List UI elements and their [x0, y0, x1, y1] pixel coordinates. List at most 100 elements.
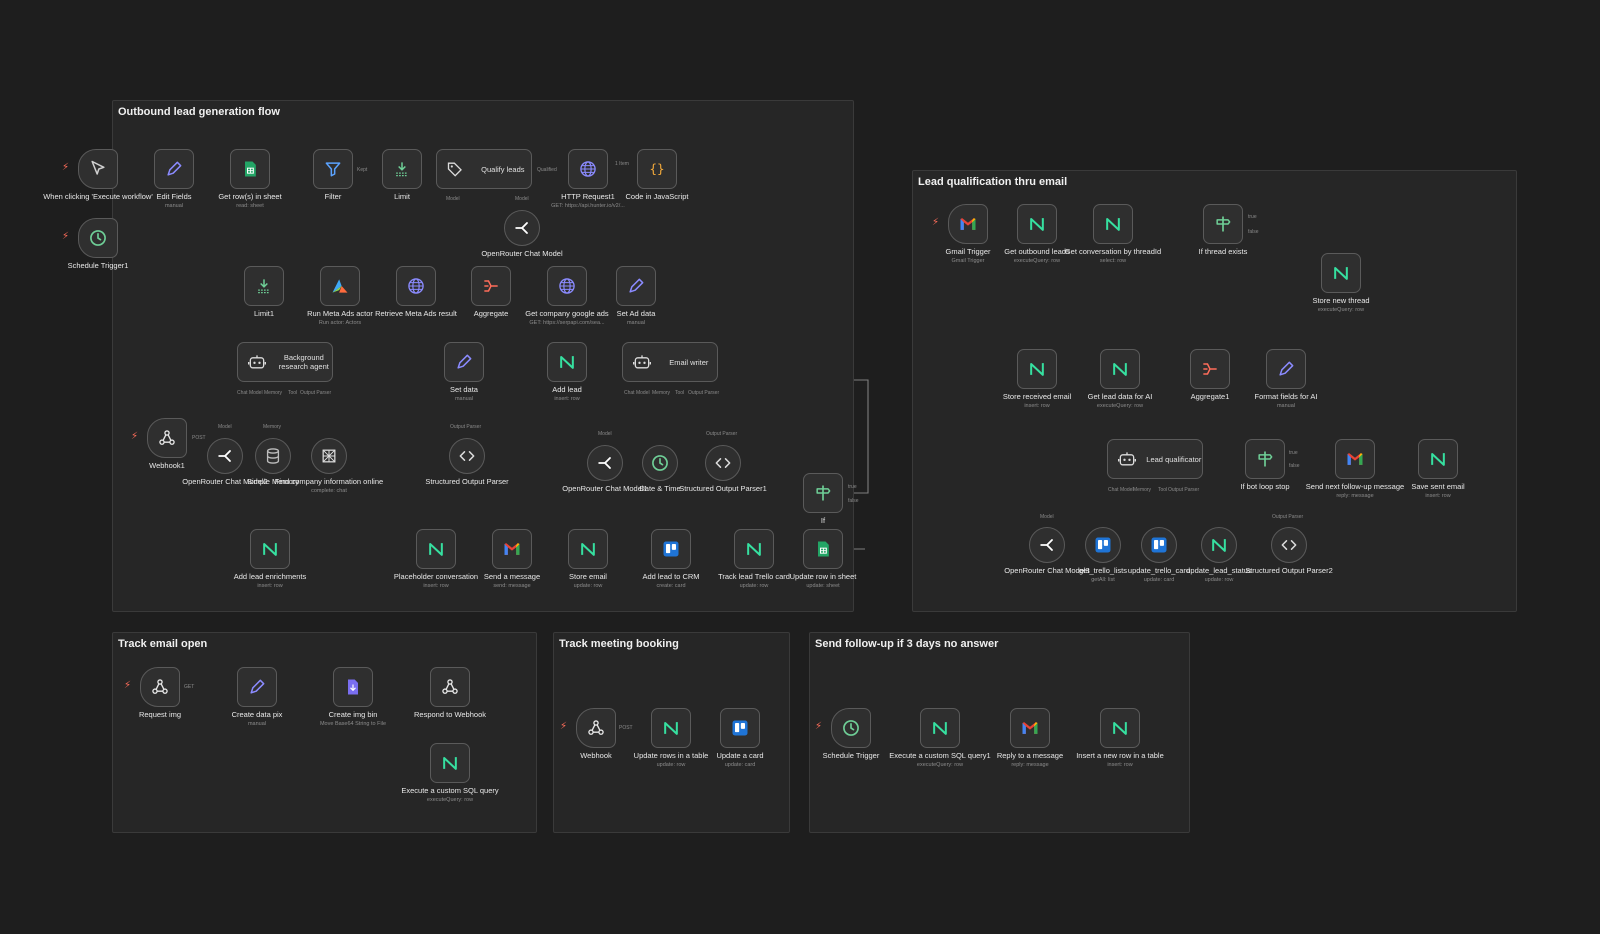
code-braces-icon: {}: [646, 158, 668, 180]
node-get-trello-lists[interactable]: [1085, 527, 1121, 563]
tags-icon: [446, 158, 467, 180]
port-label-memory: Memory: [264, 390, 283, 396]
node-create-data-pix[interactable]: [237, 667, 277, 707]
node-set-ad-data[interactable]: [616, 266, 656, 306]
node-store-received-email[interactable]: [1017, 349, 1057, 389]
port-label-get: GET: [184, 684, 195, 690]
node-email-writer[interactable]: Email writer: [622, 342, 718, 382]
trello-icon: [729, 717, 751, 739]
port-label-output-parser: Output Parser: [300, 390, 332, 396]
webhook-icon: [439, 676, 461, 698]
port-label-memory: Memory: [1133, 487, 1152, 493]
node-http-request1[interactable]: [568, 149, 608, 189]
node-qualify-leads[interactable]: Qualify leads: [436, 149, 532, 189]
file-icon: [342, 676, 364, 698]
port-label-true: true: [1289, 450, 1298, 456]
node-update-trello-card[interactable]: [1141, 527, 1177, 563]
node-if-bot-loop[interactable]: [1245, 439, 1285, 479]
node-openrouter-chat-model1[interactable]: [587, 445, 623, 481]
node-save-sent-email[interactable]: [1418, 439, 1458, 479]
filter-icon: [322, 158, 344, 180]
node-limit1[interactable]: [244, 266, 284, 306]
port-label-model: Model: [598, 431, 612, 437]
node-webhook1[interactable]: [147, 418, 187, 458]
openrouter-icon: [1036, 534, 1058, 556]
webhook-icon: [585, 717, 607, 739]
node-get-lead-data-ai[interactable]: [1100, 349, 1140, 389]
node-gmail-trigger[interactable]: [948, 204, 988, 244]
port-label-chat-model: Chat Model: [624, 390, 650, 396]
webhook-icon: [156, 427, 178, 449]
clock-icon: [840, 717, 862, 739]
node-structured-output-parser2[interactable]: [1271, 527, 1307, 563]
port-label-true: true: [1248, 214, 1257, 220]
group-track-email-open[interactable]: Track email open: [112, 632, 537, 833]
node-filter[interactable]: [313, 149, 353, 189]
node-get-conversation-thread[interactable]: [1093, 204, 1133, 244]
nocodb-icon: [556, 351, 578, 373]
node-lead-qualificator[interactable]: Lead qualificator: [1107, 439, 1203, 479]
node-schedule-trigger1[interactable]: [78, 218, 118, 258]
node-reply-message[interactable]: [1010, 708, 1050, 748]
node-openrouter-chat-model[interactable]: [504, 210, 540, 246]
node-store-email[interactable]: [568, 529, 608, 569]
node-aggregate1[interactable]: [1190, 349, 1230, 389]
database-icon: [262, 445, 284, 467]
node-if-thread-exists[interactable]: [1203, 204, 1243, 244]
node-find-company-info[interactable]: [311, 438, 347, 474]
node-request-img[interactable]: [140, 667, 180, 707]
node-create-img-bin[interactable]: [333, 667, 373, 707]
node-update-card[interactable]: [720, 708, 760, 748]
node-openrouter-chat-model3[interactable]: [1029, 527, 1065, 563]
node-structured-output-parser1[interactable]: [705, 445, 741, 481]
node-if-node[interactable]: [803, 473, 843, 513]
trigger-bolt-icon: ⚡: [131, 431, 139, 442]
port-label-chat-model: Chat Model: [237, 390, 263, 396]
node-get-company-ads[interactable]: [547, 266, 587, 306]
node-edit-fields[interactable]: [154, 149, 194, 189]
node-code-js[interactable]: {}: [637, 149, 677, 189]
node-run-meta-ads[interactable]: [320, 266, 360, 306]
node-placeholder-conversation[interactable]: [416, 529, 456, 569]
node-add-lead[interactable]: [547, 342, 587, 382]
node-limit[interactable]: [382, 149, 422, 189]
node-update-row-sheet[interactable]: [803, 529, 843, 569]
node-set-data[interactable]: [444, 342, 484, 382]
node-aggregate[interactable]: [471, 266, 511, 306]
globe-icon: [405, 275, 427, 297]
nocodb-icon: [1026, 213, 1048, 235]
node-structured-output-parser[interactable]: [449, 438, 485, 474]
node-execute-sql-query1[interactable]: [920, 708, 960, 748]
node-schedule-trigger[interactable]: [831, 708, 871, 748]
node-get-outbound-leads[interactable]: [1017, 204, 1057, 244]
aggregate-icon: [480, 275, 502, 297]
node-add-lead-crm[interactable]: [651, 529, 691, 569]
node-background-agent[interactable]: Background research agent: [237, 342, 333, 382]
node-insert-new-row[interactable]: [1100, 708, 1140, 748]
node-add-lead-enrichments[interactable]: [250, 529, 290, 569]
node-retrieve-meta-ads[interactable]: [396, 266, 436, 306]
nocodb-icon: [577, 538, 599, 560]
node-send-message[interactable]: [492, 529, 532, 569]
port-label-post: POST: [619, 725, 633, 731]
node-openrouter-chat-model2[interactable]: [207, 438, 243, 474]
node-respond-webhook[interactable]: [430, 667, 470, 707]
node-manual-trigger[interactable]: [78, 149, 118, 189]
port-label-output-parser: Output Parser: [1272, 514, 1304, 520]
nocodb-icon: [660, 717, 682, 739]
node-simple-memory[interactable]: [255, 438, 291, 474]
pencil-icon: [1275, 358, 1297, 380]
node-date-time[interactable]: [642, 445, 678, 481]
node-get-rows-sheet[interactable]: [230, 149, 270, 189]
node-track-lead-trello[interactable]: [734, 529, 774, 569]
nocodb-icon: [929, 717, 951, 739]
node-update-lead-status[interactable]: [1201, 527, 1237, 563]
node-store-new-thread[interactable]: [1321, 253, 1361, 293]
node-format-fields-ai[interactable]: [1266, 349, 1306, 389]
node-update-rows-table[interactable]: [651, 708, 691, 748]
node-execute-sql-query[interactable]: [430, 743, 470, 783]
node-send-followup[interactable]: [1335, 439, 1375, 479]
node-webhook[interactable]: [576, 708, 616, 748]
nocodb-icon: [1109, 717, 1131, 739]
workflow-canvas[interactable]: Outbound lead generation flow Lead quali…: [0, 0, 1600, 934]
